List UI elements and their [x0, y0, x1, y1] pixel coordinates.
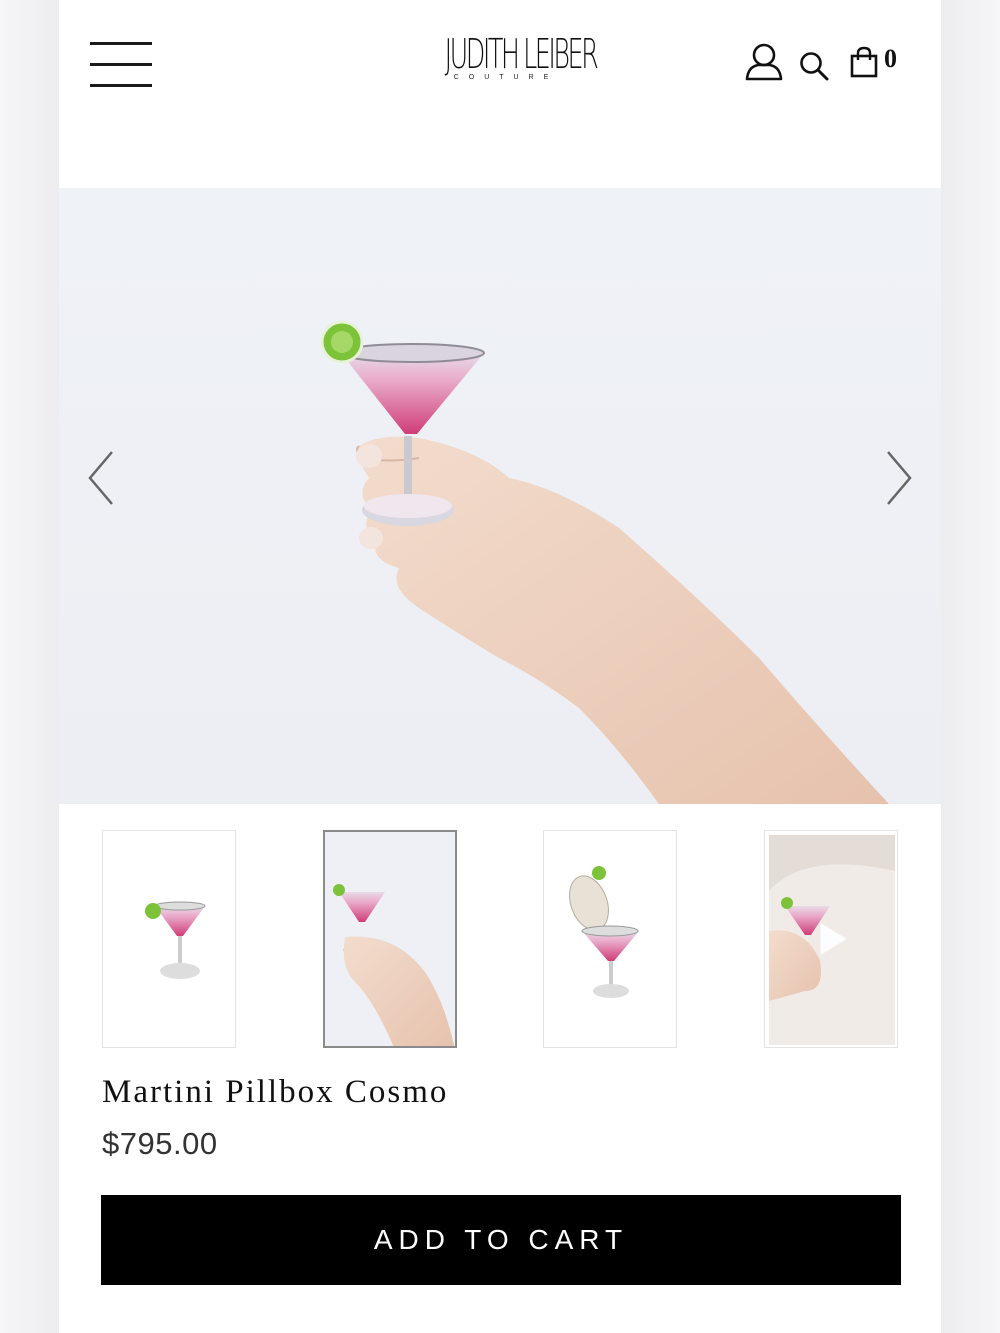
thumbnail-3[interactable] — [543, 830, 677, 1048]
menu-icon[interactable] — [90, 40, 154, 90]
main-product-image[interactable] — [59, 188, 941, 804]
product-price: $795.00 — [102, 1126, 218, 1161]
thumbnail-3-image — [569, 866, 639, 998]
thumbnail-1[interactable] — [102, 830, 236, 1048]
add-to-cart-button[interactable]: ADD TO CART — [101, 1195, 901, 1285]
thumbnail-2-image — [325, 832, 455, 1046]
brand-logo[interactable]: JUDITH LEIBER COUTURE — [410, 28, 599, 81]
user-icon[interactable] — [744, 42, 784, 82]
right-margin — [941, 0, 1000, 1333]
prev-arrow-icon[interactable] — [86, 450, 116, 506]
search-icon[interactable] — [798, 50, 830, 82]
thumbnail-1-image — [145, 901, 206, 979]
bag-icon[interactable] — [850, 46, 878, 78]
brand-name: JUDITH LEIBER — [444, 30, 599, 78]
thumbnail-4-video[interactable] — [764, 830, 898, 1048]
cart-count[interactable]: 0 — [884, 44, 897, 74]
left-margin — [0, 0, 59, 1333]
product-photo — [320, 320, 889, 804]
product-title: Martini Pillbox Cosmo — [102, 1074, 449, 1110]
play-icon[interactable] — [820, 923, 847, 955]
thumbnail-2[interactable] — [323, 830, 457, 1048]
next-arrow-icon[interactable] — [884, 450, 914, 506]
